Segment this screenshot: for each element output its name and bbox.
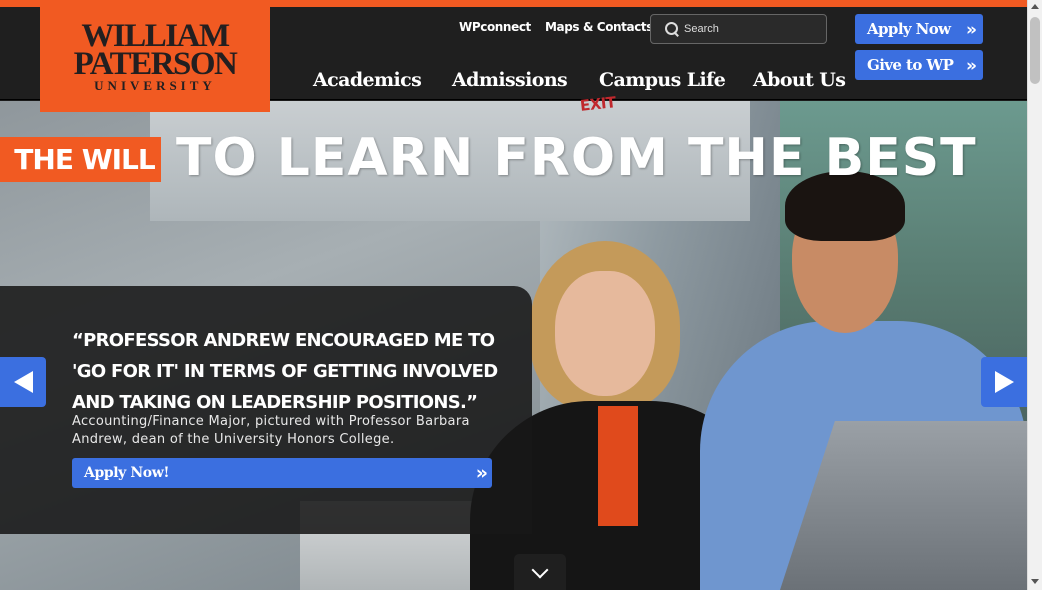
chevron-right-double-icon: » xyxy=(475,462,488,484)
exit-sign: EXIT xyxy=(579,93,617,115)
chevron-down-icon xyxy=(531,561,549,578)
give-to-wp-label: Give to WP xyxy=(867,56,954,74)
arrow-right-icon xyxy=(994,371,1014,393)
quote-caption: Accounting/Finance Major, pictured with … xyxy=(72,414,470,447)
apply-now-label: Apply Now xyxy=(867,20,951,38)
university-logo[interactable]: WILLIAM PATERSON UNIVERSITY xyxy=(40,0,270,112)
student-quote: “PROFESSOR ANDREW ENCOURAGED ME TO 'GO F… xyxy=(72,330,498,413)
search-input[interactable] xyxy=(684,23,814,35)
chevron-right-double-icon: » xyxy=(966,56,977,76)
nav-about-us[interactable]: About Us xyxy=(753,69,846,91)
search-box[interactable] xyxy=(650,14,827,44)
nav-campus-life[interactable]: Campus Life xyxy=(599,69,726,91)
give-to-wp-button[interactable]: Give to WP » xyxy=(855,50,983,80)
arrow-left-icon xyxy=(13,371,33,393)
page-scrollbar[interactable] xyxy=(1027,0,1042,590)
nav-academics[interactable]: Academics xyxy=(313,69,422,91)
hero-tagline: TO LEARN FROM THE BEST xyxy=(176,128,977,188)
scroll-down-arrow-icon[interactable] xyxy=(1031,579,1039,584)
scroll-down-button[interactable] xyxy=(514,554,566,590)
logo-line-university: UNIVERSITY xyxy=(94,78,216,93)
hero-apply-now-label: Apply Now! xyxy=(84,465,170,481)
maps-contacts-link[interactable]: Maps & Contacts xyxy=(545,20,653,34)
the-will-badge: THE WILL xyxy=(0,137,161,182)
apply-now-button[interactable]: Apply Now » xyxy=(855,14,983,44)
scrollbar-thumb[interactable] xyxy=(1030,17,1040,84)
hero-apply-now-button[interactable]: Apply Now! » xyxy=(72,458,492,488)
logo-line-paterson: PATERSON xyxy=(73,46,238,82)
page: WPconnect Maps & Contacts Apply Now » Gi… xyxy=(0,0,1042,590)
carousel-next-button[interactable] xyxy=(981,357,1027,407)
nav-admissions[interactable]: Admissions xyxy=(452,69,568,91)
wpconnect-link[interactable]: WPconnect xyxy=(459,20,531,34)
carousel-prev-button[interactable] xyxy=(0,357,46,407)
scroll-up-arrow-icon[interactable] xyxy=(1031,4,1039,9)
chevron-right-double-icon: » xyxy=(966,20,977,40)
search-icon[interactable] xyxy=(665,22,679,36)
